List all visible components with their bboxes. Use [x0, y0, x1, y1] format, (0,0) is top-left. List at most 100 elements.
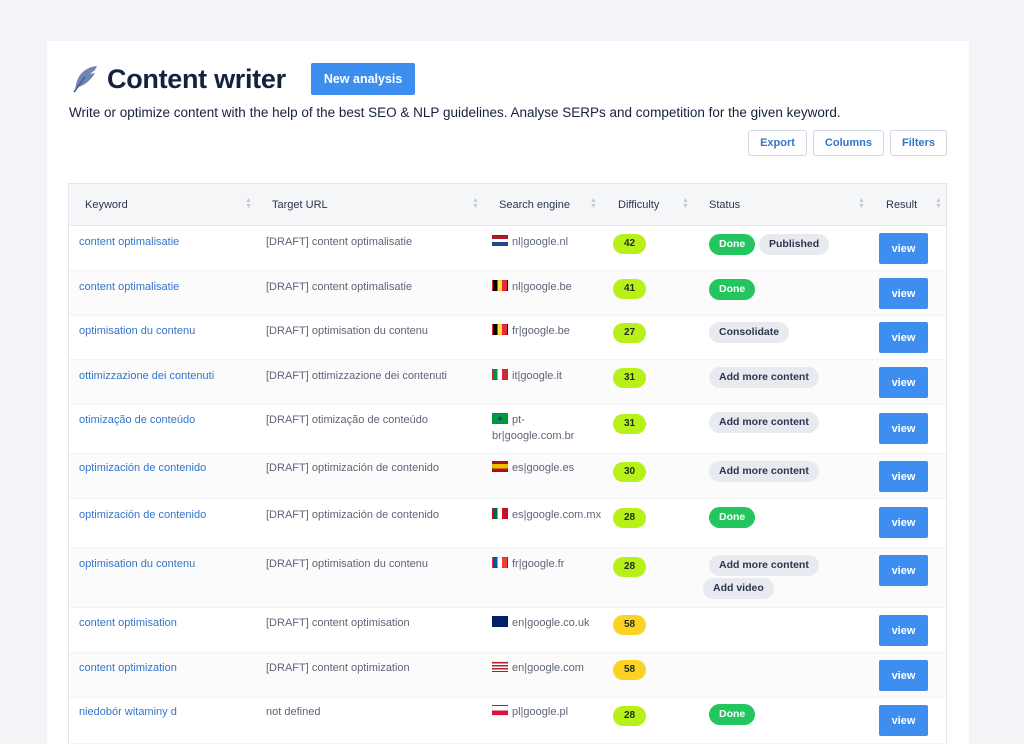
sort-icon[interactable]: ▲ ▼ [590, 197, 597, 210]
table-row: content optimisation [DRAFT] content opti… [69, 608, 946, 653]
column-header-keyword[interactable]: Keyword [85, 184, 128, 226]
search-engine: nl|google.nl [492, 234, 604, 250]
difficulty-badge: 28 [613, 508, 646, 528]
status-badge: Consolidate [709, 322, 790, 343]
keyword-link[interactable]: optimisation du contenu [79, 323, 195, 339]
feather-icon [73, 66, 97, 93]
be-flag-icon [492, 324, 508, 335]
status-badge: Add video [703, 578, 774, 599]
search-engine: es|google.es [492, 460, 604, 476]
view-result-button[interactable]: view [879, 278, 928, 309]
search-engine-label: fr|google.fr [512, 558, 565, 570]
filters-button[interactable]: Filters [889, 130, 947, 156]
table-row: content optimization [DRAFT] content opti… [69, 653, 946, 698]
status-badge: Done [709, 234, 756, 255]
nl-flag-icon [492, 235, 508, 246]
sort-icon[interactable]: ▲ ▼ [472, 197, 479, 210]
table-row: optimización de contenido [DRAFT] optimiz… [69, 499, 946, 548]
columns-button[interactable]: Columns [812, 130, 884, 156]
view-result-button[interactable]: view [879, 660, 928, 691]
uk-flag-icon [492, 616, 508, 627]
target-url: [DRAFT] content optimalisatie [266, 236, 413, 248]
status-badge: Add more content [709, 412, 819, 433]
target-url: [DRAFT] optimisation du contenu [266, 558, 429, 570]
table-row: content optimalisatie [DRAFT] content opt… [69, 226, 946, 271]
search-engine-label: nl|google.be [512, 281, 572, 293]
status-badge: Done [709, 507, 756, 528]
target-url: [DRAFT] content optimalisatie [266, 281, 413, 293]
search-engine: fr|google.be [492, 323, 604, 339]
target-url: [DRAFT] optimización de contenido [266, 509, 440, 521]
export-button[interactable]: Export [748, 130, 807, 156]
search-engine-label: fr|google.be [512, 325, 570, 337]
es-flag-icon [492, 461, 508, 472]
view-result-button[interactable]: view [879, 322, 928, 353]
mx-flag-icon [492, 508, 508, 519]
keyword-link[interactable]: content optimalisatie [79, 234, 179, 250]
search-engine: pl|google.pl [492, 704, 604, 720]
search-engine: en|google.co.uk [492, 615, 604, 631]
search-engine-label: es|google.es [512, 462, 575, 474]
view-result-button[interactable]: view [879, 705, 928, 736]
target-url: [DRAFT] otimização de conteúdo [266, 414, 429, 426]
status-badge: Add more content [709, 367, 819, 388]
view-result-button[interactable]: view [879, 461, 928, 492]
view-result-button[interactable]: view [879, 555, 928, 586]
target-url: not defined [266, 706, 321, 718]
search-engine-label: it|google.it [512, 370, 562, 382]
target-url: [DRAFT] optimisation du contenu [266, 325, 429, 337]
keyword-link[interactable]: ottimizzazione dei contenuti [79, 368, 214, 384]
keyword-link[interactable]: optimisation du contenu [79, 556, 195, 572]
keyword-link[interactable]: optimización de contenido [79, 507, 206, 523]
content-writer-card: Content writer New analysis Write or opt… [47, 41, 969, 744]
new-analysis-button[interactable]: New analysis [310, 63, 416, 95]
keyword-link[interactable]: content optimisation [79, 615, 177, 631]
difficulty-badge: 27 [613, 323, 646, 343]
keyword-link[interactable]: content optimization [79, 660, 177, 676]
page-subtitle: Write or optimize content with the help … [69, 105, 841, 120]
search-engine: it|google.it [492, 368, 604, 384]
view-result-button[interactable]: view [879, 367, 928, 398]
keyword-link[interactable]: otimização de conteúdo [79, 412, 195, 428]
view-result-button[interactable]: view [879, 413, 928, 444]
search-engine-label: es|google.com.mx [512, 509, 602, 521]
keyword-link[interactable]: content optimalisatie [79, 279, 179, 295]
sort-icon[interactable]: ▲ ▼ [935, 197, 942, 210]
page-title: Content writer [107, 63, 286, 94]
keyword-link[interactable]: optimización de contenido [79, 460, 206, 476]
table-toolbar: Export Columns Filters [748, 130, 947, 156]
table-row: ottimizzazione dei contenuti [DRAFT] otti… [69, 360, 946, 405]
column-header-search-engine[interactable]: Search engine [499, 184, 570, 226]
sort-icon[interactable]: ▲ ▼ [858, 197, 865, 210]
sort-icon[interactable]: ▲ ▼ [682, 197, 689, 210]
search-engine: nl|google.be [492, 279, 604, 295]
be-flag-icon [492, 280, 508, 291]
column-header-result[interactable]: Result [886, 184, 917, 226]
difficulty-badge: 42 [613, 234, 646, 254]
difficulty-badge: 31 [613, 368, 646, 388]
table-row: optimización de contenido [DRAFT] optimiz… [69, 454, 946, 499]
status-badge: Done [709, 279, 756, 300]
table-row: optimisation du contenu [DRAFT] optimisat… [69, 548, 946, 608]
table-row: otimização de conteúdo [DRAFT] otimização… [69, 405, 946, 454]
search-engine-label: en|google.com [512, 662, 584, 674]
column-header-target-url[interactable]: Target URL [272, 184, 328, 226]
search-engine: pt-br|google.com.br [492, 412, 604, 444]
difficulty-badge: 58 [613, 660, 646, 680]
keyword-link[interactable]: niedobór witaminy d [79, 704, 177, 720]
title-row: Content writer New analysis [69, 61, 416, 97]
target-url: [DRAFT] ottimizzazione dei contenuti [266, 370, 447, 382]
search-engine: en|google.com [492, 660, 604, 676]
column-header-difficulty[interactable]: Difficulty [618, 184, 659, 226]
view-result-button[interactable]: view [879, 615, 928, 646]
search-engine-label: en|google.co.uk [512, 617, 590, 629]
br-flag-icon [492, 413, 508, 424]
table-row: niedobór witaminy d not defined pl|google.… [69, 698, 946, 744]
search-engine-label: pl|google.pl [512, 706, 569, 718]
view-result-button[interactable]: view [879, 233, 928, 264]
column-header-status[interactable]: Status [709, 184, 740, 226]
status-badge: Done [709, 704, 756, 725]
sort-icon[interactable]: ▲ ▼ [245, 197, 252, 210]
it-flag-icon [492, 369, 508, 380]
view-result-button[interactable]: view [879, 507, 928, 538]
